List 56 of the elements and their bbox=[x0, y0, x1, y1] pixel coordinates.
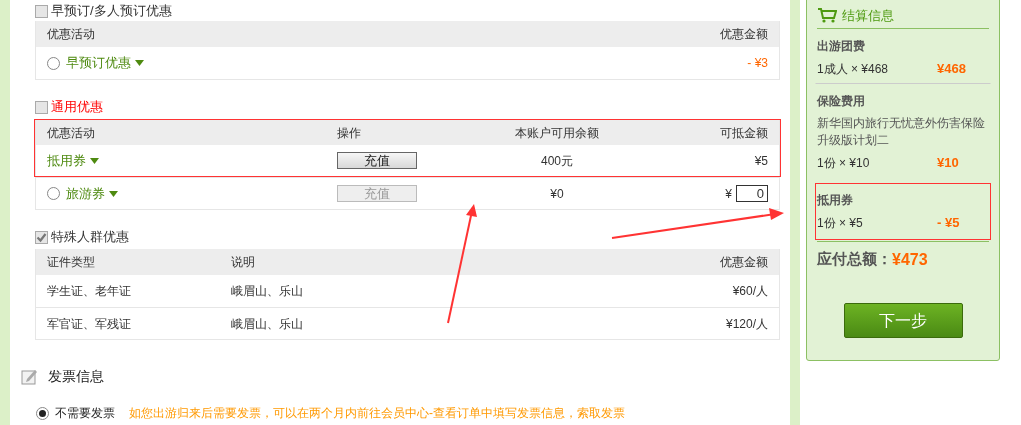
column-header: 说明 bbox=[231, 254, 256, 271]
balance-value: ¥0 bbox=[550, 186, 564, 201]
total-amount: ¥473 bbox=[892, 249, 928, 270]
column-header: 本账户可用余额 bbox=[514, 124, 600, 142]
caret-icon bbox=[109, 190, 118, 197]
total-label: 应付总额： bbox=[817, 249, 892, 270]
checkbox[interactable] bbox=[35, 4, 48, 18]
cart-icon bbox=[818, 8, 837, 23]
line-amount: - ¥5 bbox=[937, 214, 960, 233]
group-title: 抵用券 bbox=[817, 192, 853, 209]
offer-name[interactable]: 旅游券 bbox=[66, 183, 105, 204]
radio-button[interactable] bbox=[47, 56, 60, 70]
deduct-amount: ¥5 bbox=[754, 152, 768, 170]
discount-amount: - ¥3 bbox=[747, 55, 768, 72]
section-title: 通用优惠 bbox=[51, 98, 103, 117]
section-title: 发票信息 bbox=[48, 367, 104, 386]
column-header: 优惠活动 bbox=[47, 26, 95, 43]
currency-symbol: ¥ bbox=[725, 185, 732, 203]
checkbox[interactable] bbox=[35, 100, 48, 114]
column-header: 优惠金额 bbox=[720, 254, 768, 271]
option-label[interactable]: 不需要发票 bbox=[55, 404, 115, 422]
line-description: 1份 × ¥10 bbox=[817, 155, 871, 172]
radio-button[interactable] bbox=[47, 187, 60, 200]
line-description: 1成人 × ¥468 bbox=[817, 61, 890, 78]
table-cell-text: 军官证、军残证 bbox=[47, 315, 132, 333]
line-amount: ¥468 bbox=[937, 60, 966, 79]
table-cell-text: ¥60/人 bbox=[732, 283, 768, 300]
radio-button[interactable] bbox=[36, 406, 49, 420]
recharge-button[interactable]: 充值 bbox=[337, 151, 417, 169]
column-header: 操作 bbox=[337, 124, 362, 142]
group-detail: 新华国内旅行无忧意外伤害保险升级版计划二 bbox=[817, 115, 986, 149]
column-header: 可抵金额 bbox=[719, 124, 768, 142]
section-title: 早预订/多人预订优惠 bbox=[51, 2, 172, 21]
column-header: 优惠金额 bbox=[720, 26, 768, 43]
invoice-note: 如您出游归来后需要发票，可以在两个月内前往会员中心-查看订单中填写发票信息，索取发票 bbox=[129, 405, 625, 422]
group-title: 保险费用 bbox=[817, 93, 865, 110]
caret-icon bbox=[90, 157, 99, 164]
checkbox[interactable] bbox=[35, 230, 48, 244]
panel-title: 结算信息 bbox=[842, 6, 894, 25]
line-description: 1份 × ¥5 bbox=[817, 215, 864, 232]
section-title: 特殊人群优惠 bbox=[51, 228, 129, 247]
next-button[interactable]: 下一步 bbox=[843, 303, 963, 338]
table-cell-text: 峨眉山、乐山 bbox=[231, 283, 304, 300]
table-cell-text: 学生证、老年证 bbox=[47, 283, 132, 300]
offer-name[interactable]: 抵用券 bbox=[47, 150, 86, 171]
table-cell-text: 峨眉山、乐山 bbox=[231, 315, 304, 333]
offer-name[interactable]: 早预订优惠 bbox=[66, 53, 131, 73]
edit-icon bbox=[21, 368, 38, 385]
balance-value: 400元 bbox=[541, 153, 573, 168]
column-header: 优惠活动 bbox=[47, 124, 96, 142]
table-cell-text: ¥120/人 bbox=[725, 315, 768, 333]
column-header: 证件类型 bbox=[47, 254, 96, 271]
caret-icon bbox=[135, 60, 144, 66]
group-title: 出游团费 bbox=[817, 38, 865, 55]
line-amount: ¥10 bbox=[937, 154, 959, 173]
amount-field[interactable]: 0 bbox=[736, 185, 768, 202]
